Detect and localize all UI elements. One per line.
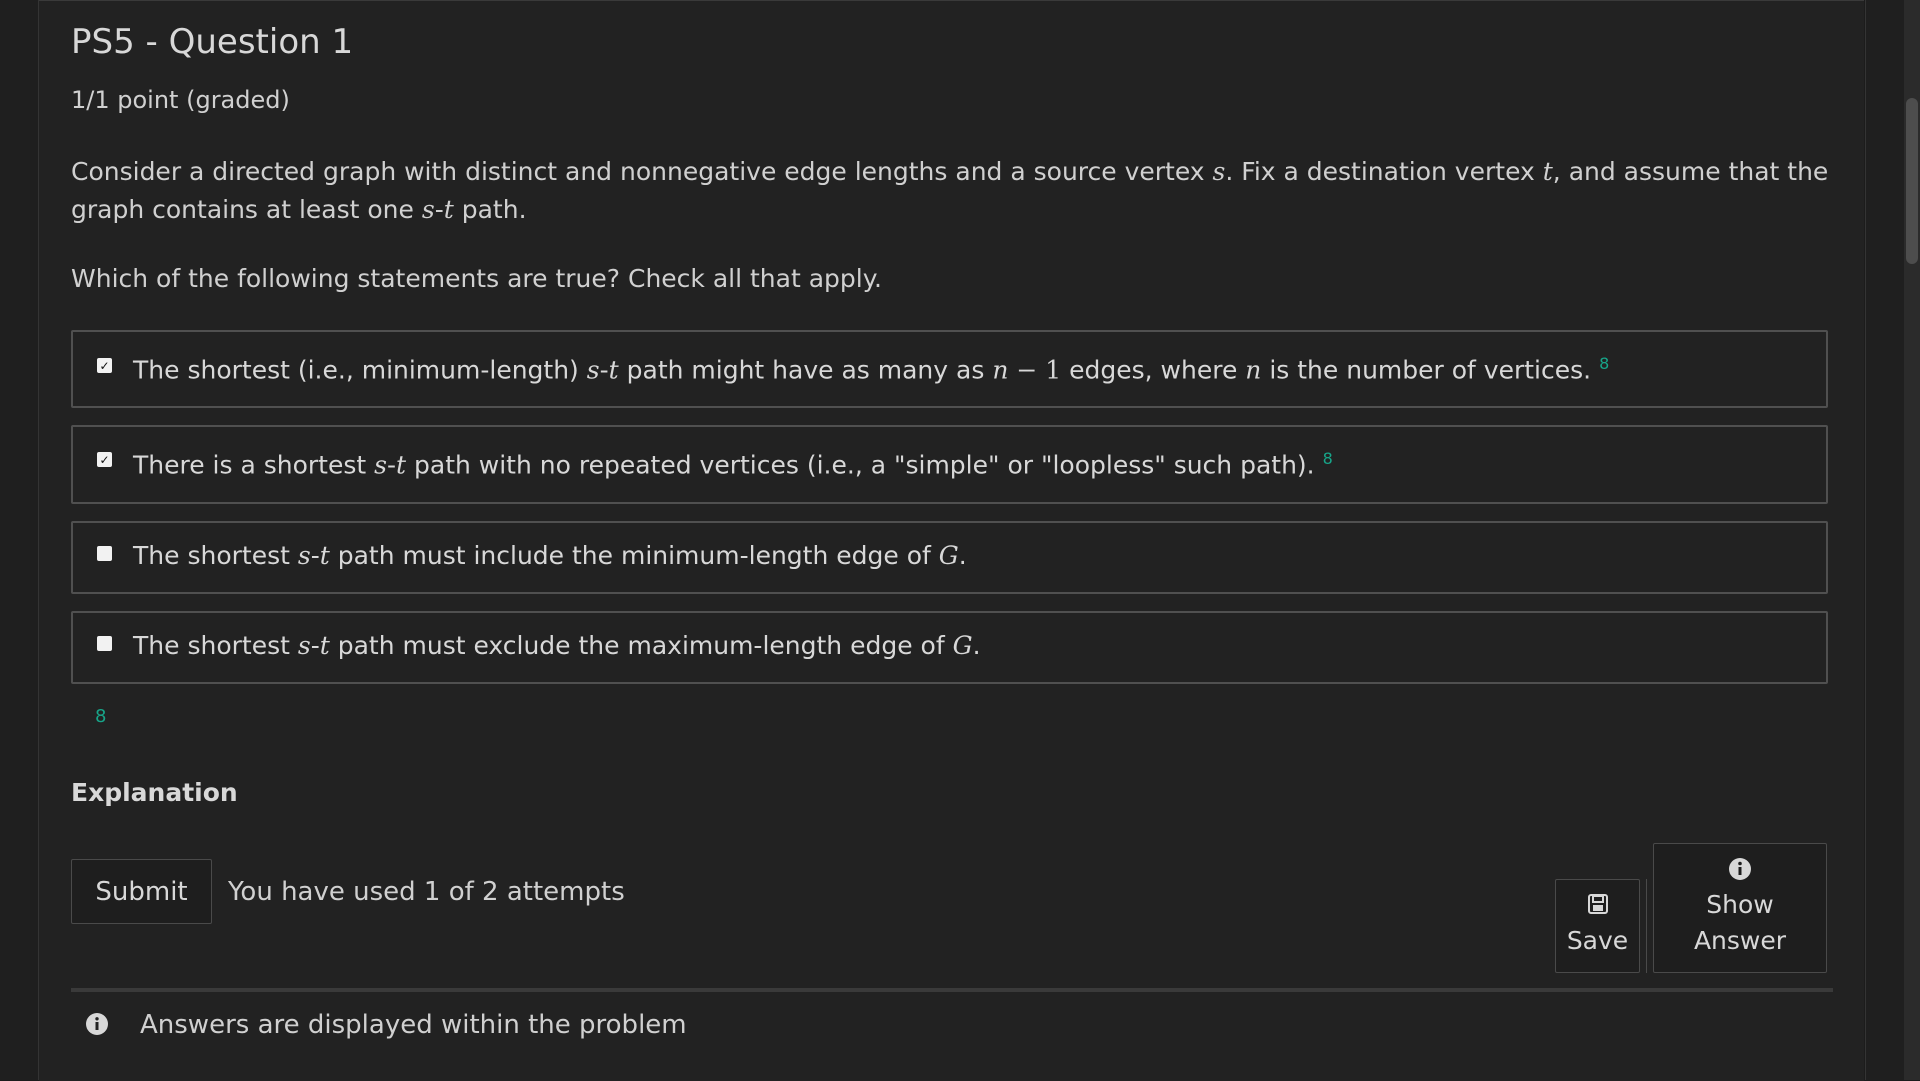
floppy-disk-icon — [1587, 893, 1609, 919]
checkbox-unchecked[interactable] — [97, 546, 112, 561]
info-circle-icon — [1728, 857, 1752, 885]
choice-text: . — [972, 631, 981, 660]
explanation-heading: Explanation — [71, 778, 238, 807]
notification-divider — [71, 988, 1833, 992]
math-n: n — [1245, 355, 1262, 385]
math-s: s — [297, 631, 311, 660]
math-dash: - — [434, 195, 444, 224]
show-answer-line-1: Show — [1706, 890, 1774, 919]
choice-label: There is a shortest s-t path with no rep… — [133, 449, 1333, 479]
math-dash: - — [386, 450, 397, 480]
choice-text: The shortest (i.e., minimum-length) — [133, 355, 587, 385]
choice-text: is the number of vertices. — [1261, 355, 1592, 385]
button-divider — [1646, 879, 1647, 973]
notification-message: Answers are displayed within the problem — [140, 1010, 687, 1040]
scrollbar-thumb[interactable] — [1906, 98, 1918, 264]
math-G: G — [938, 541, 959, 570]
checkbox-checked[interactable]: ✓ — [97, 358, 112, 373]
attempts-text: You have used 1 of 2 attempts — [228, 877, 625, 907]
math-t: t — [319, 631, 330, 660]
math-minus-one: − 1 — [1008, 355, 1062, 385]
problem-points: 1/1 point (graded) — [71, 86, 290, 114]
math-dash: - — [310, 631, 320, 660]
math-t: t — [396, 450, 407, 480]
math-s: s — [421, 195, 435, 224]
math-t: t — [319, 541, 330, 570]
math-s: s — [1212, 157, 1226, 186]
checkbox-checked[interactable]: ✓ — [97, 452, 112, 467]
math-t: t — [1542, 157, 1553, 186]
choice-text: path with no repeated vertices (i.e., a … — [406, 450, 1315, 480]
show-answer-line-2: Answer — [1693, 926, 1787, 955]
show-answer-label: Show Answer — [1694, 887, 1786, 959]
choice-text: path must exclude the maximum-length edg… — [329, 631, 953, 660]
info-circle-icon — [86, 1013, 108, 1035]
choice-text: There is a shortest — [133, 450, 375, 480]
submit-button[interactable]: Submit — [71, 859, 212, 924]
correct-mark: 8 — [1322, 449, 1333, 468]
math-n: n — [992, 355, 1009, 385]
show-answer-button[interactable]: Show Answer — [1653, 843, 1827, 973]
choice-3[interactable]: The shortest s-t path must include the m… — [71, 521, 1828, 594]
choice-text: path might have as many as — [618, 355, 993, 385]
math-G: G — [952, 631, 973, 660]
math-s: s — [297, 541, 311, 570]
right-gutter — [1865, 0, 1906, 1080]
choice-1[interactable]: ✓ The shortest (i.e., minimum-length) s-… — [71, 330, 1828, 408]
choice-4[interactable]: The shortest s-t path must exclude the m… — [71, 611, 1828, 684]
save-button[interactable]: Save — [1555, 879, 1640, 973]
prompt-text: Consider a directed graph with distinct … — [71, 157, 1213, 186]
save-label: Save — [1566, 926, 1629, 955]
choice-2[interactable]: ✓ There is a shortest s-t path with no r… — [71, 425, 1828, 504]
math-t: t — [608, 355, 619, 385]
choice-label: The shortest s-t path must exclude the m… — [133, 631, 981, 660]
checkbox-unchecked[interactable] — [97, 636, 112, 651]
math-dash: - — [310, 541, 320, 570]
problem-title: PS5 - Question 1 — [71, 22, 354, 62]
choice-text: . — [958, 541, 967, 570]
math-t: t — [443, 195, 454, 224]
choice-text: path must include the minimum-length edg… — [329, 541, 939, 570]
problem-prompt: Consider a directed graph with distinct … — [71, 153, 1841, 229]
problem-instruction: Which of the following statements are tr… — [71, 264, 882, 293]
choice-text: The shortest — [133, 631, 298, 660]
prompt-text: path. — [453, 195, 527, 224]
choice-label: The shortest s-t path must include the m… — [133, 541, 967, 570]
choice-text: The shortest — [133, 541, 298, 570]
choice-label: The shortest (i.e., minimum-length) s-t … — [133, 354, 1609, 384]
prompt-text: . Fix a destination vertex — [1225, 157, 1543, 186]
math-s: s — [586, 355, 600, 385]
choice-text: edges, where — [1061, 355, 1246, 385]
math-dash: - — [599, 355, 609, 385]
math-s: s — [374, 450, 387, 480]
correct-status-icon: 8 — [95, 706, 107, 727]
correct-mark: 8 — [1599, 354, 1610, 373]
left-gutter — [0, 0, 39, 1080]
